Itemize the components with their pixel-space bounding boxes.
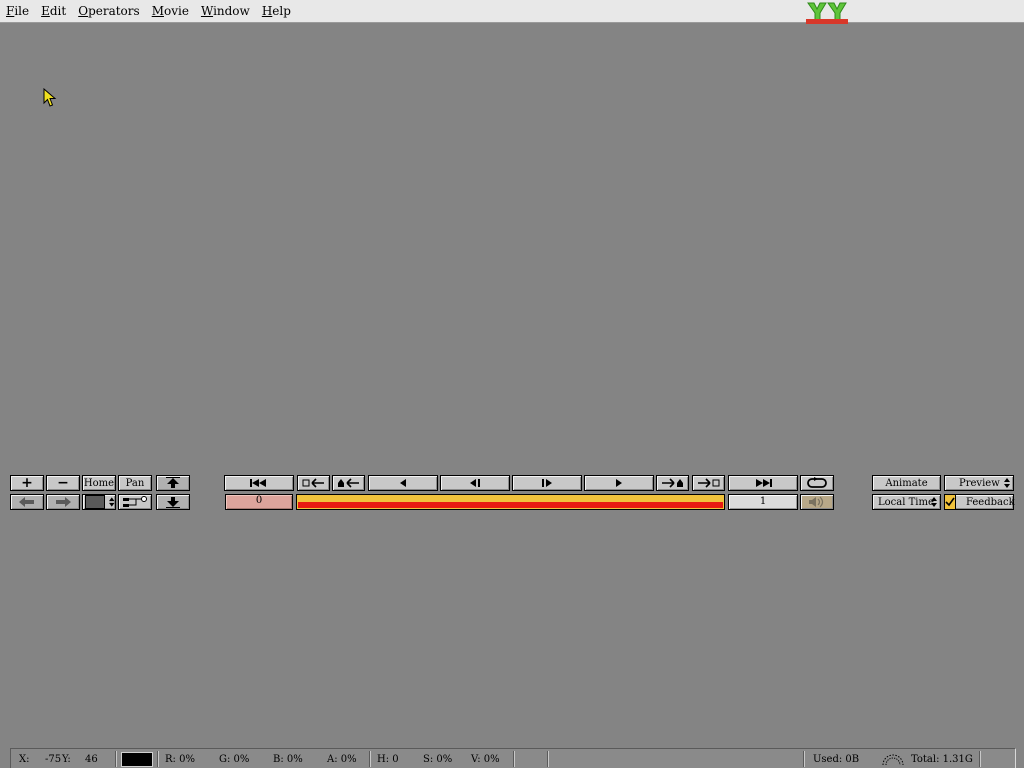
timeline-bar[interactable] — [296, 494, 725, 510]
menu-movie-rest: ovie — [163, 4, 189, 18]
color-swatch-picker[interactable] — [82, 494, 116, 510]
pixel-color-swatch — [121, 752, 153, 767]
current-time-field[interactable]: 0 — [225, 494, 293, 510]
feedback-checkbox[interactable] — [945, 495, 956, 509]
y-value: 46 — [85, 754, 98, 765]
pan-button[interactable]: Pan — [118, 475, 152, 491]
menu-help-mnemonic: H — [261, 4, 273, 18]
status-separator — [115, 751, 117, 767]
logo-icon — [806, 2, 848, 24]
set-end-to-current-button[interactable] — [656, 475, 689, 491]
go-to-start-button[interactable] — [224, 475, 294, 491]
step-back-icon — [470, 479, 480, 487]
tree-icon — [123, 496, 147, 507]
value-value: V: 0% — [471, 754, 500, 765]
status-separator — [979, 751, 981, 767]
arrow-right-icon — [56, 497, 71, 507]
status-separator — [803, 751, 805, 767]
set-start-button[interactable] — [297, 475, 330, 491]
tree-view-button[interactable] — [118, 494, 152, 510]
frame-count-field[interactable]: 1 — [728, 494, 798, 510]
local-time-select[interactable]: Local Time — [872, 494, 941, 510]
status-separator — [369, 751, 371, 767]
set-out-current-icon — [661, 478, 683, 488]
push-up-button[interactable] — [156, 475, 190, 491]
set-in-icon — [302, 478, 324, 488]
speaker-icon — [809, 496, 824, 508]
red-value: R: 0% — [165, 754, 195, 765]
menu-operators[interactable]: Operators — [72, 0, 145, 22]
play-backward-button[interactable] — [368, 475, 438, 491]
menu-movie-mnemonic: M — [151, 4, 164, 18]
feedback-toggle[interactable]: Feedback — [944, 494, 1015, 510]
skip-start-icon — [250, 479, 266, 487]
menu-window-rest: indow — [213, 4, 250, 18]
timeline-range — [298, 502, 723, 508]
play-reverse-icon — [400, 479, 406, 487]
arrow-down-bar-icon — [166, 497, 180, 508]
status-separator — [513, 751, 515, 767]
arrow-up-bar-icon — [166, 477, 180, 488]
step-backward-button[interactable] — [440, 475, 510, 491]
menu-edit[interactable]: Edit — [35, 0, 72, 22]
go-to-end-button[interactable] — [728, 475, 798, 491]
set-end-button[interactable] — [692, 475, 725, 491]
check-icon — [945, 497, 955, 507]
alpha-value: A: 0% — [327, 754, 357, 765]
preview-select[interactable]: Preview — [944, 475, 1014, 491]
play-icon — [616, 479, 622, 487]
zoom-out-button[interactable]: − — [46, 475, 80, 491]
memory-total: Total: 1.31G — [911, 754, 973, 765]
push-down-button[interactable] — [156, 494, 190, 510]
skip-end-icon — [756, 479, 772, 487]
spinner-icon — [109, 497, 115, 507]
set-in-current-icon — [337, 478, 359, 488]
saturation-value: S: 0% — [423, 754, 453, 765]
menu-window[interactable]: Window — [195, 0, 256, 22]
y-label: Y: — [62, 754, 71, 765]
menu-help-rest: elp — [272, 4, 291, 18]
memory-used: Used: 0B — [813, 754, 860, 765]
menu-movie[interactable]: Movie — [146, 0, 195, 22]
memory-gauge-icon — [882, 754, 904, 766]
set-start-to-current-button[interactable] — [332, 475, 365, 491]
menu-edit-mnemonic: E — [41, 4, 50, 18]
status-separator — [157, 751, 159, 767]
set-out-icon — [697, 478, 719, 488]
updown-arrows-icon — [1004, 478, 1010, 488]
hue-value: H: 0 — [377, 754, 399, 765]
blue-value: B: 0% — [273, 754, 303, 765]
menu-file[interactable]: File — [0, 0, 35, 22]
updown-arrows-icon — [931, 497, 937, 507]
history-forward-button[interactable] — [46, 494, 80, 510]
status-separator — [547, 751, 549, 767]
home-button[interactable]: Home — [82, 475, 116, 491]
menu-window-mnemonic: W — [200, 4, 214, 18]
animate-button[interactable]: Animate — [872, 475, 941, 491]
menu-operators-mnemonic: O — [78, 4, 89, 18]
arrow-left-icon — [19, 497, 34, 507]
audio-button[interactable] — [800, 494, 834, 510]
x-value: -75 — [45, 754, 62, 765]
color-swatch — [85, 495, 106, 509]
loop-button[interactable] — [800, 475, 834, 491]
green-value: G: 0% — [219, 754, 250, 765]
step-forward-icon — [542, 479, 552, 487]
zoom-in-button[interactable]: + — [10, 475, 44, 491]
menu-help[interactable]: Help — [256, 0, 297, 22]
menu-edit-rest: dit — [49, 4, 67, 18]
history-back-button[interactable] — [10, 494, 44, 510]
menu-operators-rest: perators — [88, 4, 140, 18]
step-forward-button[interactable] — [512, 475, 582, 491]
play-forward-button[interactable] — [584, 475, 654, 491]
feedback-label: Feedback — [966, 496, 1015, 508]
status-bar: X: -75 Y: 46 R: 0% G: 0% B: 0% A: 0% H: … — [10, 748, 1016, 768]
loop-icon — [807, 477, 827, 488]
x-label: X: — [19, 754, 30, 765]
local-time-label: Local Time — [878, 496, 934, 508]
menu-file-rest: ile — [14, 4, 30, 18]
menu-bar: File Edit Operators Movie Window Help — [0, 0, 1024, 23]
preview-label: Preview — [959, 477, 1000, 489]
mouse-cursor-icon — [43, 88, 57, 107]
